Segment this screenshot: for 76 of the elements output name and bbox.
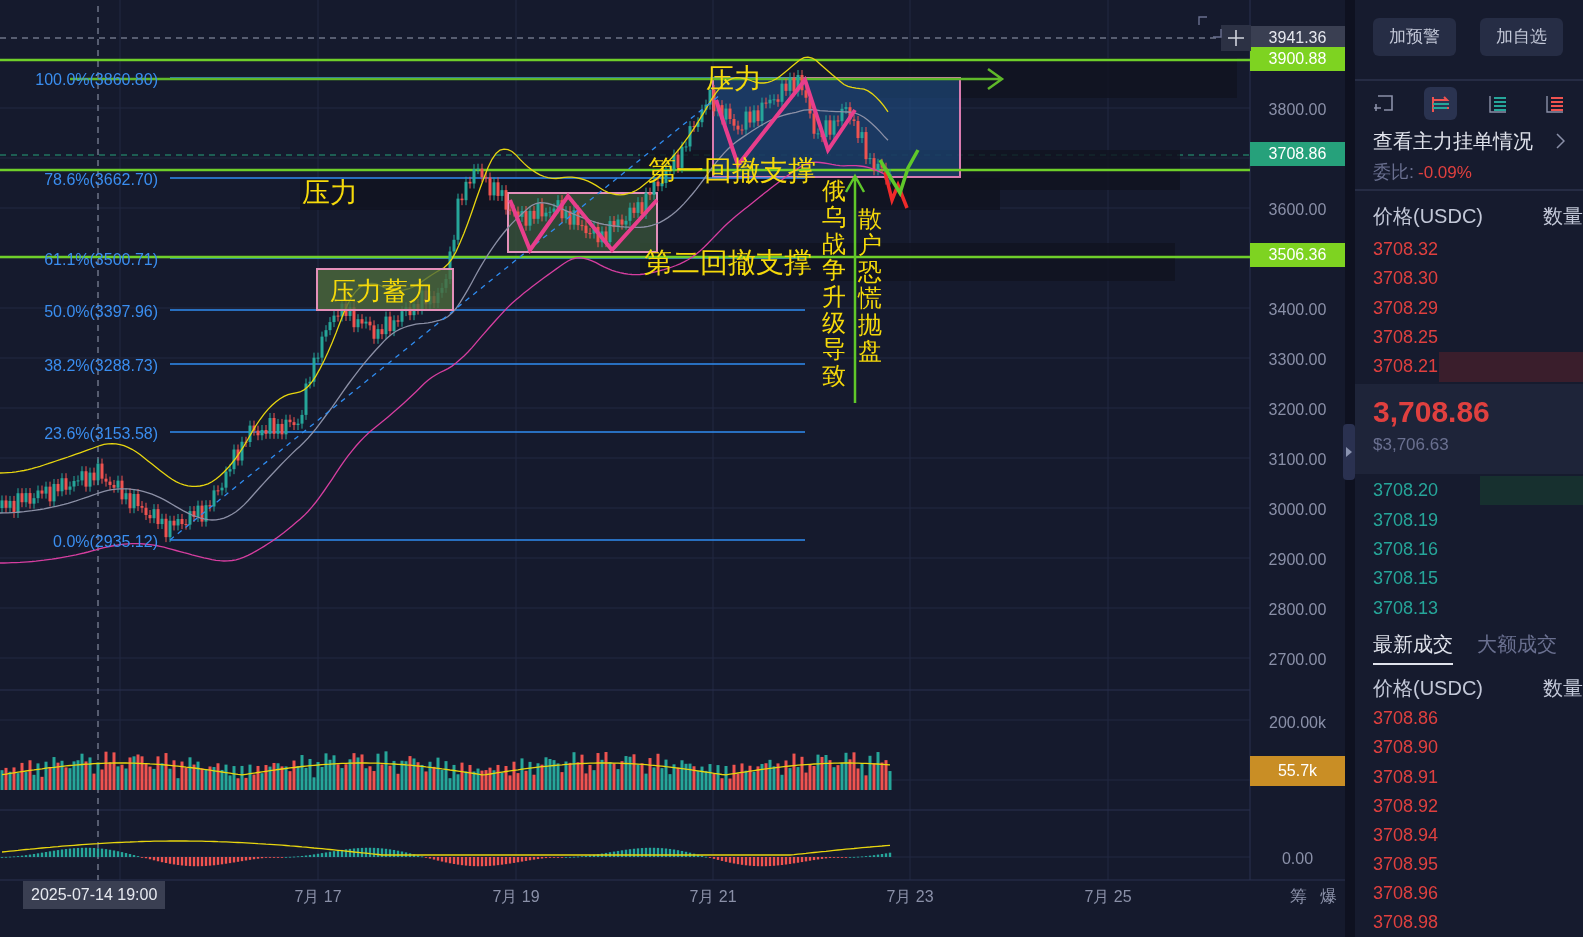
panel-button[interactable]: 加自选 xyxy=(1480,18,1563,56)
price-tag: 3900.88 xyxy=(1250,47,1345,71)
fibonacci-label: 0.0%(2935.12) xyxy=(53,532,158,552)
order-price: 3708.13 xyxy=(1372,596,1439,620)
annotation-label: 压力 xyxy=(302,176,358,210)
order-price: 3708.16 xyxy=(1372,537,1439,561)
expand-icon[interactable] xyxy=(1198,16,1222,38)
fibonacci-label: 50.0%(3397.96) xyxy=(44,302,158,322)
macd-axis-label: 0.00 xyxy=(1280,849,1315,869)
time-axis-label: 7月 17 xyxy=(293,887,343,907)
fibonacci-label: 78.6%(3662.70) xyxy=(44,170,158,190)
trade-price: 3708.96 xyxy=(1372,881,1439,905)
trades-tab[interactable]: 大额成交 xyxy=(1477,629,1557,665)
plus-icon xyxy=(1228,30,1244,46)
price-axis-label: 2700.00 xyxy=(1267,650,1328,670)
order-price: 3708.29 xyxy=(1372,296,1439,320)
price-axis-label: 3400.00 xyxy=(1267,300,1328,320)
corner-plus-icon xyxy=(1373,93,1394,114)
trades-tab[interactable]: 最新成交 xyxy=(1373,629,1453,665)
price-tag: 3506.36 xyxy=(1250,243,1345,267)
trade-price: 3708.95 xyxy=(1372,852,1439,876)
trade-price: 3708.86 xyxy=(1372,707,1439,731)
ratio-label: 委比: xyxy=(1373,161,1414,185)
order-price: 3708.25 xyxy=(1372,326,1439,350)
order-price: 3708.19 xyxy=(1372,508,1439,532)
trade-price: 3708.92 xyxy=(1372,794,1439,818)
volume-axis-label: 200.00k xyxy=(1268,713,1327,733)
time-axis-label: 7月 19 xyxy=(491,887,541,907)
vertical-annotation: 俄乌战争升级导致 xyxy=(822,178,846,390)
price-axis-label: 3600.00 xyxy=(1267,200,1328,220)
trade-price: 3708.94 xyxy=(1372,823,1439,847)
price-axis-label: 3800.00 xyxy=(1267,100,1328,120)
panel-collapse-handle[interactable] xyxy=(1343,424,1355,480)
ratio-value: -0.09% xyxy=(1418,161,1472,184)
order-book-icon xyxy=(1430,93,1451,114)
price-axis-label: 3300.00 xyxy=(1267,350,1328,370)
axis-toggle-button[interactable]: 筹 xyxy=(1290,884,1307,910)
trade-price: 3708.91 xyxy=(1372,765,1439,789)
order-price: 3708.20 xyxy=(1372,479,1439,503)
price-axis-label: 3200.00 xyxy=(1267,400,1328,420)
annotation-box: 压力蓄力 xyxy=(316,268,454,311)
price-axis-label: 3000.00 xyxy=(1267,500,1328,520)
column-header: 数量 xyxy=(1543,675,1583,701)
bids-list-icon xyxy=(1487,93,1508,114)
orders-link[interactable]: 查看主力挂单情况 xyxy=(1355,126,1583,157)
fibonacci-label: 38.2%(3288.73) xyxy=(44,356,158,376)
last-price: 3,708.86 xyxy=(1373,393,1491,430)
zoom-in-button[interactable] xyxy=(1221,25,1251,51)
time-axis-label: 7月 21 xyxy=(688,887,738,907)
column-header: 数量 xyxy=(1543,204,1583,229)
triangle-right-icon xyxy=(1346,447,1352,457)
crosshair-time-label: 2025-07-14 19:00 xyxy=(23,881,166,909)
price-axis-label: 2900.00 xyxy=(1267,550,1328,570)
order-price: 3708.30 xyxy=(1372,267,1439,291)
volume-tag: 55.7k xyxy=(1250,756,1345,786)
view-tab[interactable] xyxy=(1424,87,1457,121)
order-price: 3708.32 xyxy=(1372,237,1439,261)
asks-list-icon xyxy=(1544,93,1565,114)
price-tag: 3941.36 xyxy=(1250,26,1345,50)
time-axis-label: 7月 23 xyxy=(885,887,935,907)
trade-price: 3708.90 xyxy=(1372,736,1439,760)
panel-button[interactable]: 加预警 xyxy=(1373,18,1456,56)
chevron-right-icon xyxy=(1556,133,1565,150)
column-header: 价格(USDC) xyxy=(1373,204,1483,229)
order-price: 3708.15 xyxy=(1372,567,1439,591)
vertical-annotation: 散户恐慌抛盘 xyxy=(858,206,882,365)
last-price-usd: $3,706.63 xyxy=(1373,433,1450,456)
price-axis-label: 3100.00 xyxy=(1267,450,1328,470)
column-header: 价格(USDC) xyxy=(1373,675,1483,701)
order-price: 3708.21 xyxy=(1372,355,1439,379)
time-axis-label: 7月 25 xyxy=(1083,887,1133,907)
price-tag: 3708.86 xyxy=(1250,142,1345,166)
axis-toggle-button[interactable]: 爆 xyxy=(1320,884,1337,910)
price-axis-label: 2800.00 xyxy=(1267,600,1328,620)
fibonacci-label: 23.6%(3153.58) xyxy=(44,424,158,444)
trade-price: 3708.98 xyxy=(1372,911,1439,934)
